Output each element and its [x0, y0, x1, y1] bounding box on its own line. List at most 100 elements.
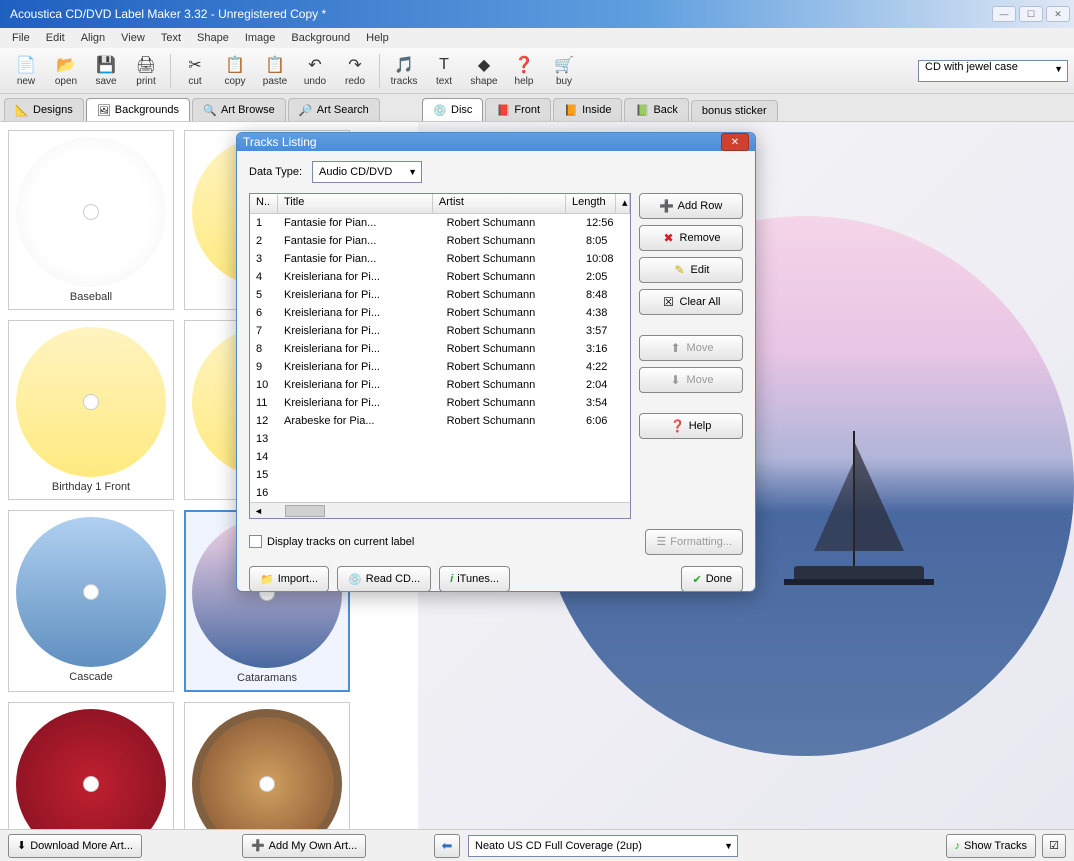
toolbar-paste-button[interactable]: 📋paste: [255, 50, 295, 92]
col-length[interactable]: Length: [566, 194, 616, 213]
track-row[interactable]: 8Kreisleriana for Pi...Robert Schumann3:…: [250, 340, 630, 358]
track-row[interactable]: 3Fantasie for Pian...Robert Schumann10:0…: [250, 250, 630, 268]
toolbar-cut-button[interactable]: ✂cut: [175, 50, 215, 92]
toolbar-print-button[interactable]: 🖨print: [126, 50, 166, 92]
thumbnail-cascade[interactable]: Cascade: [8, 510, 174, 692]
add-own-art-button[interactable]: ➕ Add My Own Art...: [242, 834, 366, 858]
track-row[interactable]: 14: [250, 448, 630, 466]
track-row[interactable]: 2Fantasie for Pian...Robert Schumann8:05: [250, 232, 630, 250]
menu-text[interactable]: Text: [153, 30, 189, 46]
left-tab-backgrounds[interactable]: 🖼Backgrounds: [86, 98, 190, 121]
tab-icon: 🔎: [299, 103, 313, 117]
paper-type-select[interactable]: Neato US CD Full Coverage (2up) ▼: [468, 835, 738, 857]
menu-view[interactable]: View: [113, 30, 153, 46]
track-row[interactable]: 7Kreisleriana for Pi...Robert Schumann3:…: [250, 322, 630, 340]
itunes-button[interactable]: iiTunes...: [439, 566, 510, 592]
edit-button[interactable]: ✎Edit: [639, 257, 743, 283]
cell-length: 2:04: [580, 378, 630, 392]
track-row[interactable]: 16: [250, 484, 630, 502]
toolbar-help-button[interactable]: ❓help: [504, 50, 544, 92]
layout-select[interactable]: CD with jewel case ▼: [918, 60, 1068, 82]
cell-n: 12: [250, 414, 278, 428]
close-button[interactable]: ✕: [1046, 6, 1070, 22]
menu-align[interactable]: Align: [73, 30, 113, 46]
help-button[interactable]: ❓Help: [639, 413, 743, 439]
cell-n: 7: [250, 324, 278, 338]
tab-icon: 📙: [564, 103, 578, 117]
thumbnail-baseball[interactable]: Baseball: [8, 130, 174, 310]
toolbar-tracks-button[interactable]: 🎵tracks: [384, 50, 424, 92]
track-row[interactable]: 1Fantasie for Pian...Robert Schumann12:5…: [250, 214, 630, 232]
display-tracks-checkbox[interactable]: Display tracks on current label: [249, 535, 414, 548]
toolbar-redo-button[interactable]: ↷redo: [335, 50, 375, 92]
track-row[interactable]: 11Kreisleriana for Pi...Robert Schumann3…: [250, 394, 630, 412]
track-row[interactable]: 10Kreisleriana for Pi...Robert Schumann2…: [250, 376, 630, 394]
menu-edit[interactable]: Edit: [38, 30, 73, 46]
open-icon: 📂: [56, 55, 76, 75]
menu-help[interactable]: Help: [358, 30, 397, 46]
track-row[interactable]: 9Kreisleriana for Pi...Robert Schumann4:…: [250, 358, 630, 376]
formatting-button[interactable]: ☰ Formatting...: [645, 529, 743, 555]
toolbar-open-button[interactable]: 📂open: [46, 50, 86, 92]
tracks-table[interactable]: N.. Title Artist Length ▴ 1Fantasie for …: [249, 193, 631, 519]
cell-length: 3:57: [580, 324, 630, 338]
prev-paper-button[interactable]: ⬅: [434, 834, 460, 858]
col-n[interactable]: N..: [250, 194, 278, 213]
right-tab-front[interactable]: 📕Front: [485, 98, 551, 121]
download-art-button[interactable]: ⬇ Download More Art...: [8, 834, 142, 858]
toolbar-copy-button[interactable]: 📋copy: [215, 50, 255, 92]
track-row[interactable]: 4Kreisleriana for Pi...Robert Schumann2:…: [250, 268, 630, 286]
right-tab-back[interactable]: 📗Back: [624, 98, 688, 121]
right-tab-bonus-sticker[interactable]: bonus sticker: [691, 100, 778, 121]
track-row[interactable]: 13: [250, 430, 630, 448]
import-button[interactable]: 📁Import...: [249, 566, 329, 592]
done-button[interactable]: ✔Done: [681, 566, 743, 592]
cell-artist: Robert Schumann: [441, 360, 580, 374]
left-tab-art-search[interactable]: 🔎Art Search: [288, 98, 380, 121]
scroll-thumb[interactable]: [285, 505, 325, 517]
toggle-button[interactable]: ☑: [1042, 834, 1066, 858]
read-cd-button[interactable]: 💿Read CD...: [337, 566, 431, 592]
move-up-button[interactable]: ⬆Move: [639, 335, 743, 361]
col-title[interactable]: Title: [278, 194, 433, 213]
cell-length: [580, 474, 630, 476]
thumbnail-item[interactable]: [8, 702, 174, 829]
chevron-down-icon: ▼: [724, 841, 733, 851]
cell-length: 3:54: [580, 396, 630, 410]
menu-shape[interactable]: Shape: [189, 30, 237, 46]
move-down-button[interactable]: ⬇Move: [639, 367, 743, 393]
tab-label: Art Browse: [221, 104, 275, 116]
thumbnail-item[interactable]: [184, 702, 350, 829]
horizontal-scrollbar[interactable]: ◄: [250, 502, 630, 518]
left-tab-art-browse[interactable]: 🔍Art Browse: [192, 98, 286, 121]
clear-all-button[interactable]: ☒Clear All: [639, 289, 743, 315]
add-row-button[interactable]: ➕Add Row: [639, 193, 743, 219]
col-artist[interactable]: Artist: [433, 194, 566, 213]
toolbar-undo-button[interactable]: ↶undo: [295, 50, 335, 92]
show-tracks-button[interactable]: ♪ Show Tracks: [946, 834, 1036, 858]
track-row[interactable]: 5Kreisleriana for Pi...Robert Schumann8:…: [250, 286, 630, 304]
minimize-button[interactable]: —: [992, 6, 1016, 22]
remove-button[interactable]: ✖Remove: [639, 225, 743, 251]
maximize-button[interactable]: ☐: [1019, 6, 1043, 22]
right-tab-inside[interactable]: 📙Inside: [553, 98, 622, 121]
menu-image[interactable]: Image: [237, 30, 284, 46]
track-row[interactable]: 12Arabeske for Pia...Robert Schumann6:06: [250, 412, 630, 430]
menu-background[interactable]: Background: [283, 30, 358, 46]
left-tab-designs[interactable]: 📐Designs: [4, 98, 84, 121]
toolbar-buy-button[interactable]: 🛒buy: [544, 50, 584, 92]
track-row[interactable]: 6Kreisleriana for Pi...Robert Schumann4:…: [250, 304, 630, 322]
toolbar-save-button[interactable]: 💾save: [86, 50, 126, 92]
thumbnail-birthday-1-front[interactable]: Birthday 1 Front: [8, 320, 174, 500]
scroll-left-icon[interactable]: ◄: [250, 506, 267, 516]
track-row[interactable]: 15: [250, 466, 630, 484]
menu-file[interactable]: File: [4, 30, 38, 46]
dialog-close-button[interactable]: ✕: [721, 133, 749, 151]
toolbar-new-button[interactable]: 📄new: [6, 50, 46, 92]
toolbar-text-button[interactable]: Ttext: [424, 50, 464, 92]
data-type-select[interactable]: Audio CD/DVD ▼: [312, 161, 422, 183]
toolbar-shape-button[interactable]: ◆shape: [464, 50, 504, 92]
dialog-titlebar[interactable]: Tracks Listing ✕: [237, 133, 755, 151]
right-tab-disc[interactable]: 💿Disc: [422, 98, 483, 121]
tab-icon: 🖼: [97, 103, 111, 117]
